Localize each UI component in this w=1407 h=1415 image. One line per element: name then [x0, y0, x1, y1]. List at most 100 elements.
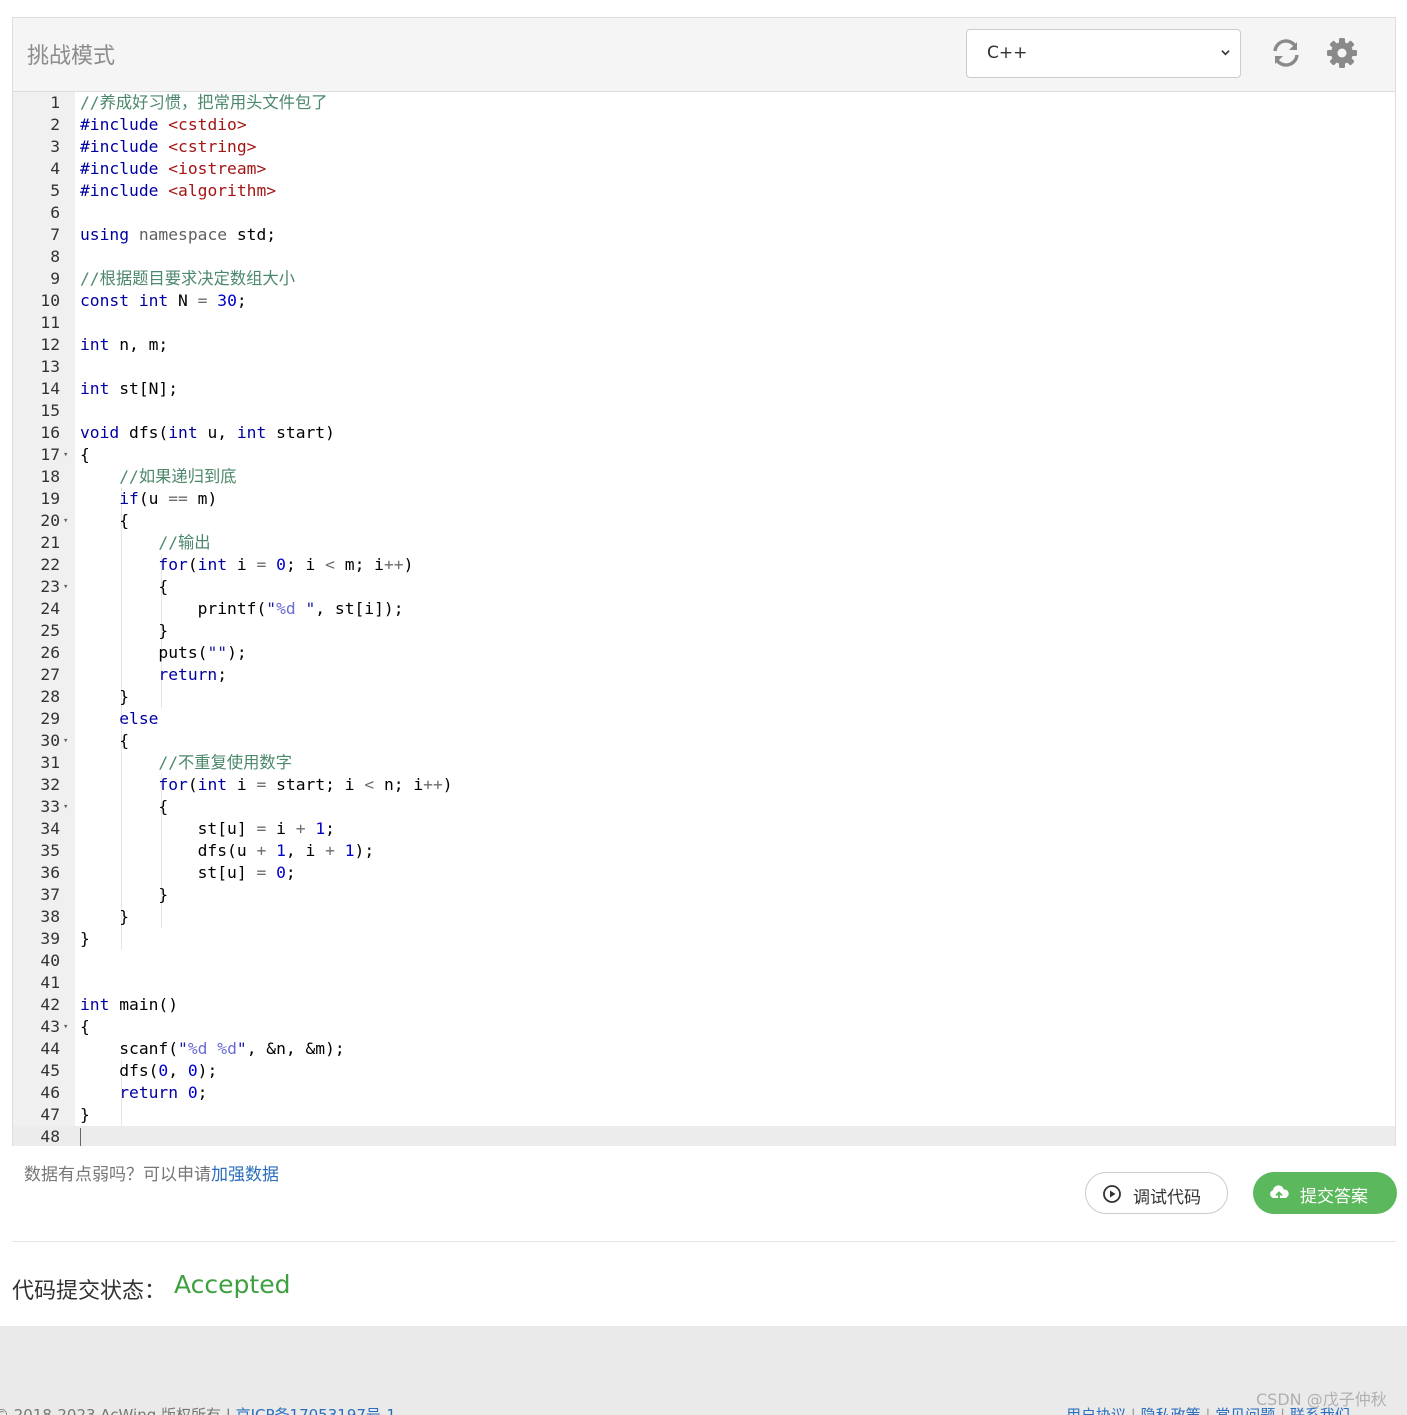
code-line[interactable]: 17 ▾ { — [13, 444, 1395, 466]
code-text: { — [80, 445, 90, 464]
code-line[interactable]: 45 dfs(0, 0); — [13, 1060, 1395, 1082]
code-text: #include <cstring> — [80, 137, 257, 156]
code-line[interactable]: 10 const int N = 30; — [13, 290, 1395, 312]
text-cursor — [80, 1128, 81, 1146]
code-line[interactable]: 19 if(u == m) — [13, 488, 1395, 510]
code-line[interactable]: 25 } — [13, 620, 1395, 642]
code-line[interactable]: 37 } — [13, 884, 1395, 906]
line-number: 21 — [40, 533, 60, 552]
code-line[interactable]: 46 return 0; — [13, 1082, 1395, 1104]
line-number: 26 — [40, 643, 60, 662]
code-line[interactable]: 15 — [13, 400, 1395, 422]
code-line[interactable]: 48 — [13, 1126, 1395, 1146]
footer-link-privacy[interactable]: 隐私政策 — [1141, 1406, 1201, 1415]
code-line[interactable]: 41 — [13, 972, 1395, 994]
language-value: C++ — [987, 43, 1028, 63]
code-line[interactable]: 40 — [13, 950, 1395, 972]
code-line[interactable]: 3 #include <cstring> — [13, 136, 1395, 158]
code-line[interactable]: 32 for(int i = start; i < n; i++) — [13, 774, 1395, 796]
code-line[interactable]: 14 int st[N]; — [13, 378, 1395, 400]
strengthen-data-hint: 数据有点弱吗？可以申请加强数据 — [24, 1160, 279, 1185]
code-line[interactable]: 13 — [13, 356, 1395, 378]
debug-code-label: 调试代码 — [1133, 1188, 1201, 1208]
code-text: dfs(u + 1, i + 1); — [80, 841, 375, 860]
code-line[interactable]: 36 st[u] = 0; — [13, 862, 1395, 884]
code-line[interactable]: 43 ▾ { — [13, 1016, 1395, 1038]
code-line[interactable]: 31 //不重复使用数字 — [13, 752, 1395, 774]
code-line[interactable]: 34 st[u] = i + 1; — [13, 818, 1395, 840]
code-line[interactable]: 44 scanf("%d %d", &n, &m); — [13, 1038, 1395, 1060]
strengthen-data-link[interactable]: 加强数据 — [211, 1165, 279, 1185]
code-line[interactable]: 47} — [13, 1104, 1395, 1126]
divider — [12, 1241, 1396, 1242]
fold-toggle-icon[interactable]: ▾ — [63, 796, 73, 818]
fold-toggle-icon[interactable]: ▾ — [63, 730, 73, 752]
code-line[interactable]: 39} — [13, 928, 1395, 950]
code-line[interactable]: 11 — [13, 312, 1395, 334]
code-text: { — [80, 511, 130, 530]
submit-answer-button[interactable]: 提交答案 — [1253, 1172, 1397, 1214]
code-line[interactable]: 21 //输出 — [13, 532, 1395, 554]
code-line[interactable]: 1 //养成好习惯，把常用头文件包了 — [13, 92, 1395, 114]
code-text: //如果递归到底 — [119, 467, 237, 486]
line-number: 42 — [40, 995, 60, 1014]
fold-toggle-icon[interactable]: ▾ — [63, 576, 73, 598]
fold-toggle-icon[interactable]: ▾ — [63, 444, 73, 466]
code-line[interactable]: 5 #include <algorithm> — [13, 180, 1395, 202]
line-number: 44 — [40, 1039, 60, 1058]
code-editor[interactable]: 1 //养成好习惯，把常用头文件包了 2 #include <cstdio> 3 #inc… — [13, 92, 1395, 1146]
code-line[interactable]: 18 //如果递归到底 — [13, 466, 1395, 488]
line-number: 15 — [40, 401, 60, 420]
code-line[interactable]: 23 ▾ { — [13, 576, 1395, 598]
code-line[interactable]: 42 int main() — [13, 994, 1395, 1016]
code-text: #include <iostream> — [80, 159, 267, 178]
code-line[interactable]: 4 #include <iostream> — [13, 158, 1395, 180]
line-number: 39 — [40, 929, 60, 948]
code-text: int st[N]; — [80, 379, 179, 398]
code-line[interactable]: 6 — [13, 202, 1395, 224]
code-text: //根据题目要求决定数组大小 — [80, 269, 295, 288]
code-line[interactable]: 9 //根据题目要求决定数组大小 — [13, 268, 1395, 290]
footer-link-user-agreement[interactable]: 用户协议 — [1066, 1406, 1126, 1415]
code-line[interactable]: 2 #include <cstdio> — [13, 114, 1395, 136]
line-number: 7 — [50, 225, 60, 244]
code-line[interactable]: 30 ▾ { — [13, 730, 1395, 752]
code-line[interactable]: 8 — [13, 246, 1395, 268]
code-line[interactable]: 22 for(int i = 0; i < m; i++) — [13, 554, 1395, 576]
language-select[interactable]: C++ — [966, 29, 1241, 78]
debug-code-button[interactable]: 调试代码 — [1085, 1172, 1228, 1214]
code-line[interactable]: 12 int n, m; — [13, 334, 1395, 356]
hint-text: 数据有点弱吗？可以申请 — [24, 1165, 211, 1185]
line-number: 5 — [50, 181, 60, 200]
code-text: int main() — [80, 995, 179, 1014]
footer-copyright: © 2018-2023 AcWing 版权所有 | 京ICP备17053197号… — [0, 1404, 396, 1415]
code-text: #include <cstdio> — [80, 115, 247, 134]
code-line[interactable]: 28 } — [13, 686, 1395, 708]
code-line[interactable]: 20 ▾ { — [13, 510, 1395, 532]
line-number: 20 — [40, 511, 60, 530]
footer-separator: | — [1205, 1406, 1216, 1415]
line-number: 4 — [50, 159, 60, 178]
line-number: 34 — [40, 819, 60, 838]
code-line[interactable]: 29 else — [13, 708, 1395, 730]
chevron-down-icon — [1221, 50, 1230, 56]
code-line[interactable]: 38 } — [13, 906, 1395, 928]
line-number: 48 — [40, 1127, 60, 1146]
code-line[interactable]: 16 void dfs(int u, int start) — [13, 422, 1395, 444]
refresh-icon[interactable] — [1270, 37, 1302, 69]
code-text: else — [119, 709, 159, 728]
code-text: { — [80, 577, 169, 596]
fold-toggle-icon[interactable]: ▾ — [63, 1016, 73, 1038]
line-number: 12 — [40, 335, 60, 354]
code-line[interactable]: 24 printf("%d ", st[i]); — [13, 598, 1395, 620]
gear-icon[interactable] — [1326, 37, 1358, 69]
code-line[interactable]: 7 using namespace std; — [13, 224, 1395, 246]
code-line[interactable]: 33 ▾ { — [13, 796, 1395, 818]
code-text: return 0; — [119, 1083, 208, 1102]
fold-toggle-icon[interactable]: ▾ — [63, 510, 73, 532]
icp-link[interactable]: 京ICP备17053197号-1 — [236, 1406, 396, 1415]
code-line[interactable]: 27 return; — [13, 664, 1395, 686]
code-text: puts(""); — [80, 643, 247, 662]
code-line[interactable]: 26 puts(""); — [13, 642, 1395, 664]
code-line[interactable]: 35 dfs(u + 1, i + 1); — [13, 840, 1395, 862]
